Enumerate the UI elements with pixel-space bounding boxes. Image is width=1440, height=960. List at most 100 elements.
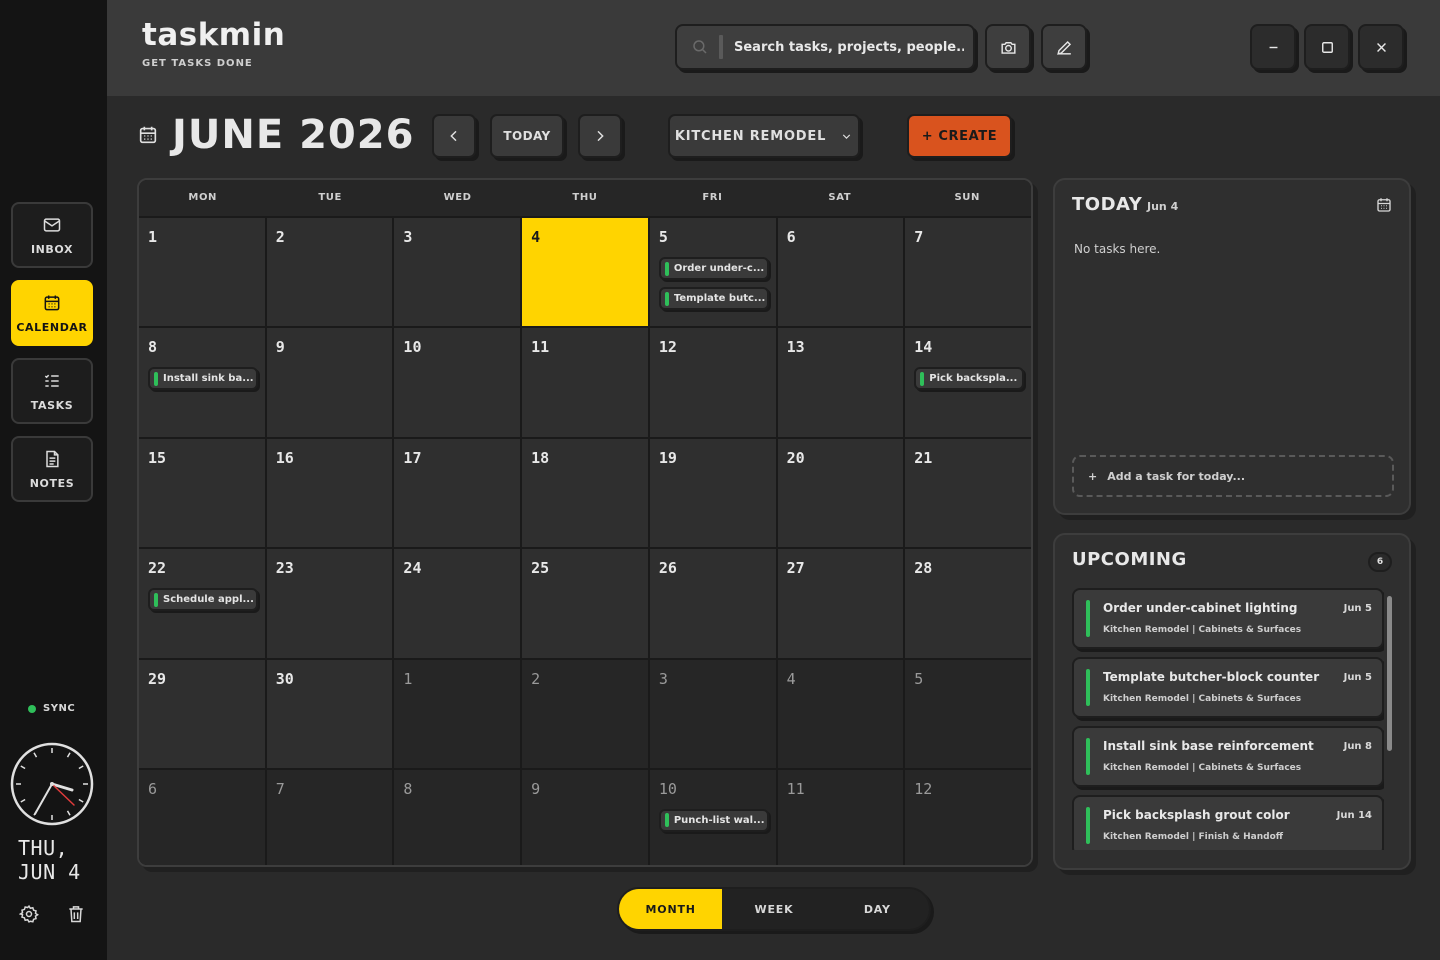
next-month-button[interactable] [578, 114, 622, 158]
calendar-day[interactable]: 15 [139, 438, 265, 548]
event-chip[interactable]: Order under-c... [658, 257, 769, 280]
trash-button[interactable] [66, 904, 86, 924]
mail-icon [43, 217, 61, 232]
camera-icon [1000, 41, 1016, 54]
calendar-day[interactable]: 6 [777, 218, 904, 327]
nav-notes-label: NOTES [29, 476, 75, 490]
calendar-day[interactable]: 5 Order under-c... Template butc... [649, 218, 776, 327]
maximize-icon [1321, 41, 1333, 53]
search-input[interactable] [734, 39, 964, 55]
upcoming-item[interactable]: Install sink base reinforcement Jun 8 Kitc… [1072, 726, 1384, 787]
calendar-day[interactable]: 24 [394, 549, 521, 658]
calendar-day[interactable]: 21 [905, 438, 1031, 548]
day-number: 9 [275, 338, 285, 357]
event-chip[interactable]: Template butc... [658, 287, 769, 310]
add-today-task-button[interactable]: + Add a task for today... [1072, 455, 1394, 497]
calendar-day[interactable]: 10 Punch-list wal... [649, 769, 776, 865]
view-week-tab[interactable]: WEEK [722, 889, 825, 929]
project-select[interactable]: KITCHEN REMODEL [668, 114, 860, 158]
calendar-day[interactable]: 26 [649, 549, 776, 658]
create-button[interactable]: + CREATE [907, 114, 1012, 158]
day-number: 27 [786, 559, 805, 578]
calendar-day[interactable]: 3 [649, 659, 776, 768]
maximize-button[interactable] [1304, 24, 1350, 70]
calendar-day[interactable]: 27 [777, 549, 904, 658]
calendar-day[interactable]: 9 [266, 328, 393, 437]
calendar-day[interactable]: 23 [266, 549, 393, 658]
day-number: 10 [403, 338, 422, 357]
today-calendar-button[interactable] [1375, 196, 1393, 214]
calendar-day[interactable]: 25 [522, 549, 648, 658]
calendar-day[interactable]: 8 Install sink ba... [139, 328, 265, 437]
calendar-day[interactable]: 5 [905, 659, 1031, 768]
calendar-day[interactable]: 12 [649, 328, 776, 437]
camera-button[interactable] [985, 24, 1031, 70]
search-box[interactable] [675, 24, 975, 70]
calendar-day[interactable]: 16 [266, 438, 393, 548]
calendar-day[interactable]: 2 [266, 218, 393, 327]
calendar-day[interactable]: 8 [394, 769, 521, 865]
calendar-day[interactable]: 11 [777, 769, 904, 865]
event-color-bar [664, 261, 669, 276]
event-title: Schedule appl... [163, 594, 254, 606]
calendar-day[interactable]: 12 [905, 769, 1031, 865]
edit-button[interactable] [1041, 24, 1087, 70]
upcoming-item[interactable]: Order under-cabinet lighting Jun 5 Kitchen… [1072, 588, 1384, 649]
calendar-day[interactable]: 9 [522, 769, 648, 865]
calendar-day-today[interactable]: 4 [522, 218, 648, 327]
calendar-day[interactable]: 29 [139, 659, 265, 768]
nav-calendar[interactable]: CALENDAR [11, 280, 93, 346]
day-number: 29 [148, 669, 167, 688]
prev-month-button[interactable] [432, 114, 476, 158]
calendar-day[interactable]: 30 [266, 659, 393, 768]
nav-tasks-label: TASKS [30, 398, 74, 412]
calendar-day[interactable]: 3 [394, 218, 521, 327]
calendar-day[interactable]: 18 [522, 438, 648, 548]
calendar-day[interactable]: 17 [394, 438, 521, 548]
close-button[interactable] [1358, 24, 1404, 70]
day-number: 17 [403, 448, 422, 467]
nav-inbox[interactable]: INBOX [11, 202, 93, 268]
day-number: 19 [658, 448, 677, 467]
calendar-day[interactable]: 20 [777, 438, 904, 548]
calendar-day[interactable]: 4 [777, 659, 904, 768]
upcoming-item-title: Install sink base reinforcement [1103, 739, 1314, 753]
event-chip[interactable]: Punch-list wal... [658, 808, 769, 832]
nav-tasks[interactable]: TASKS [11, 358, 93, 424]
settings-button[interactable] [18, 904, 40, 924]
calendar-day[interactable]: 14 Pick backspla... [905, 328, 1031, 437]
view-day-tab[interactable]: DAY [826, 889, 929, 929]
weekday-label: THU [572, 192, 598, 203]
calendar-day[interactable]: 10 [394, 328, 521, 437]
day-number: 16 [275, 448, 294, 467]
day-number: 14 [914, 338, 933, 357]
document-icon [46, 450, 59, 467]
calendar-icon [139, 126, 157, 144]
brand: taskmin GET TASKS DONE [142, 18, 285, 69]
calendar-day[interactable]: 6 [139, 769, 265, 865]
upcoming-item[interactable]: Template butcher-block counter Jun 5 Kitch… [1072, 657, 1384, 718]
calendar-day[interactable]: 19 [649, 438, 776, 548]
nav-notes[interactable]: NOTES [11, 436, 93, 502]
calendar-day[interactable]: 7 [266, 769, 393, 865]
calendar-day[interactable]: 13 [777, 328, 904, 437]
event-chip[interactable]: Schedule appl... [148, 588, 258, 612]
calendar-day[interactable]: 28 [905, 549, 1031, 658]
view-month-tab[interactable]: MONTH [619, 889, 723, 929]
event-chip[interactable]: Pick backspla... [914, 367, 1025, 391]
upcoming-scrollbar[interactable] [1387, 596, 1392, 751]
left-rail: INBOX CALENDAR TASKS NOTES SYNC THU, JUN… [0, 0, 107, 960]
today-button[interactable]: TODAY [490, 114, 564, 158]
upcoming-item[interactable]: Pick backsplash grout color Jun 14 Kitchen… [1072, 795, 1384, 850]
calendar-day[interactable]: 22 Schedule appl... [139, 549, 265, 658]
calendar-day[interactable]: 1 [139, 218, 265, 327]
calendar-day[interactable]: 2 [522, 659, 648, 768]
day-number: 13 [786, 338, 805, 357]
calendar-day[interactable]: 7 [905, 218, 1031, 327]
event-chip[interactable]: Install sink ba... [148, 367, 258, 391]
calendar-day[interactable]: 11 [522, 328, 648, 437]
minimize-button[interactable] [1250, 24, 1296, 70]
app-name: taskmin [142, 17, 286, 53]
calendar-day[interactable]: 1 [394, 659, 521, 768]
event-title: Template butc... [673, 293, 766, 304]
